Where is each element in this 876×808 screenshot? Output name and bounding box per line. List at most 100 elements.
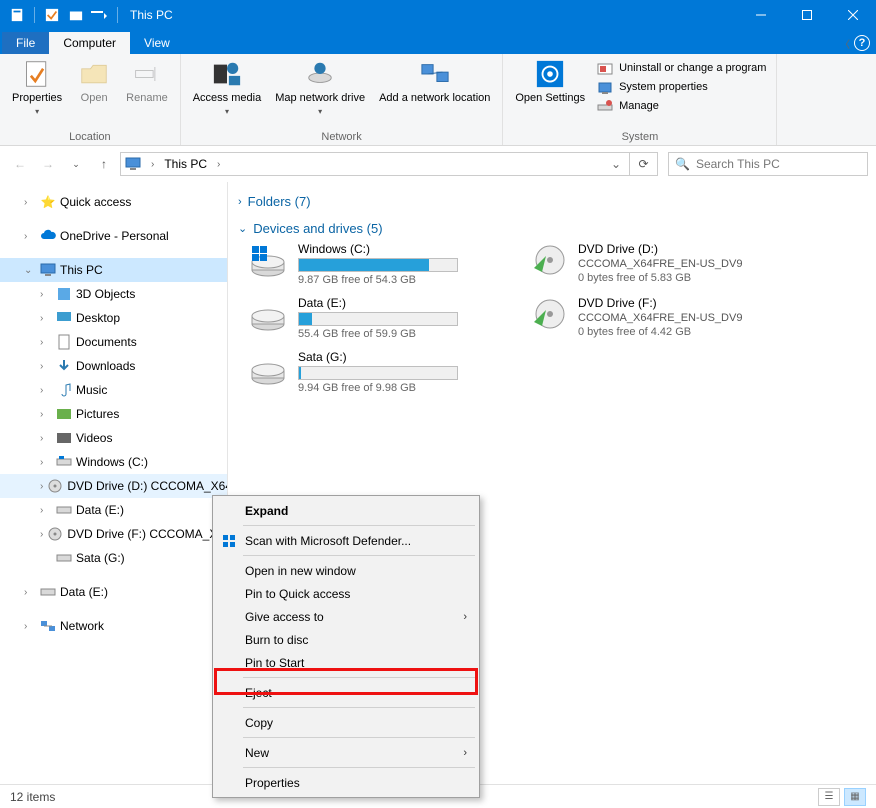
- tree-this-pc[interactable]: ⌄This PC: [0, 258, 227, 282]
- disc-icon: [47, 526, 63, 542]
- uninstall-program-button[interactable]: Uninstall or change a program: [593, 60, 770, 78]
- qat-newfolder-icon[interactable]: [65, 4, 87, 26]
- window-title: This PC: [130, 8, 173, 22]
- add-network-location-button[interactable]: Add a network location: [373, 56, 496, 129]
- drive-icon: [248, 350, 288, 390]
- address-dropdown-icon[interactable]: ⌄: [607, 157, 625, 171]
- chevron-down-icon: ⌄: [238, 222, 247, 235]
- map-network-drive-button[interactable]: Map network drive▾: [269, 56, 371, 129]
- ribbon-tabs: File Computer View 〈 ?: [0, 30, 876, 54]
- ctx-eject[interactable]: Eject: [215, 681, 477, 704]
- status-item-count: 12 items: [10, 790, 55, 804]
- tree-dvd-d[interactable]: ›DVD Drive (D:) CCCOMA_X64FRE: [0, 474, 227, 498]
- ctx-pin-quick-access[interactable]: Pin to Quick access: [215, 582, 477, 605]
- access-media-button[interactable]: Access media▾: [187, 56, 267, 129]
- pc-icon: [125, 156, 141, 172]
- ctx-properties[interactable]: Properties: [215, 771, 477, 794]
- chevron-right-icon: ›: [463, 747, 467, 759]
- maximize-button[interactable]: [784, 0, 830, 30]
- tree-onedrive[interactable]: ›OneDrive - Personal: [0, 224, 227, 248]
- drive-item-f[interactable]: DVD Drive (F:) CCCOMA_X64FRE_EN-US_DV9 0…: [528, 296, 778, 340]
- ctx-burn-to-disc[interactable]: Burn to disc: [215, 628, 477, 651]
- usage-bar: [298, 258, 458, 272]
- drive-icon: [56, 550, 72, 566]
- close-button[interactable]: [830, 0, 876, 30]
- ctx-open-new-window[interactable]: Open in new window: [215, 559, 477, 582]
- document-icon: [56, 334, 72, 350]
- drive-icon: [56, 454, 72, 470]
- tree-windows-c[interactable]: ›Windows (C:): [0, 450, 227, 474]
- tree-desktop[interactable]: ›Desktop: [0, 306, 227, 330]
- tree-network[interactable]: ›Network: [0, 614, 227, 638]
- disc-icon: [528, 242, 568, 282]
- chevron-right-icon: ›: [463, 611, 467, 623]
- qat-pin-icon[interactable]: [6, 4, 28, 26]
- tab-view[interactable]: View: [130, 32, 184, 54]
- open-settings-button[interactable]: Open Settings: [509, 56, 591, 129]
- drive-icon: [40, 584, 56, 600]
- chevron-right-icon[interactable]: ›: [147, 159, 158, 170]
- tree-downloads[interactable]: ›Downloads: [0, 354, 227, 378]
- navigation-tree: ›⭐Quick access ›OneDrive - Personal ⌄Thi…: [0, 182, 228, 784]
- folders-section-header[interactable]: ›Folders (7): [238, 188, 866, 215]
- devices-section-header[interactable]: ⌄Devices and drives (5): [238, 215, 866, 242]
- video-icon: [56, 430, 72, 446]
- manage-button[interactable]: Manage: [593, 98, 770, 116]
- tab-file[interactable]: File: [2, 32, 49, 54]
- tab-computer[interactable]: Computer: [49, 32, 130, 54]
- drive-icon: [248, 242, 288, 282]
- ribbon-collapse-icon[interactable]: 〈: [840, 36, 850, 51]
- context-menu: Expand Scan with Microsoft Defender... O…: [212, 495, 480, 798]
- details-view-button[interactable]: ☰: [818, 788, 840, 806]
- ctx-expand[interactable]: Expand: [215, 499, 477, 522]
- qat-customize-dropdown[interactable]: [89, 4, 111, 26]
- tree-data-e-root[interactable]: ›Data (E:): [0, 580, 227, 604]
- minimize-button[interactable]: [738, 0, 784, 30]
- address-bar[interactable]: › This PC › ⌄: [120, 152, 630, 176]
- tree-videos[interactable]: ›Videos: [0, 426, 227, 450]
- disc-icon: [47, 478, 63, 494]
- breadcrumb-this-pc[interactable]: This PC: [164, 157, 207, 171]
- recent-locations-dropdown[interactable]: ⌄: [64, 152, 88, 176]
- shield-icon: [221, 533, 237, 549]
- ctx-new[interactable]: New›: [215, 741, 477, 764]
- picture-icon: [56, 406, 72, 422]
- ctx-give-access-to[interactable]: Give access to›: [215, 605, 477, 628]
- drive-item-e[interactable]: Data (E:) 55.4 GB free of 59.9 GB: [248, 296, 498, 340]
- drive-item-g[interactable]: Sata (G:) 9.94 GB free of 9.98 GB: [248, 350, 498, 394]
- drive-item-d[interactable]: DVD Drive (D:) CCCOMA_X64FRE_EN-US_DV9 0…: [528, 242, 778, 286]
- chevron-right-icon[interactable]: ›: [213, 159, 224, 170]
- navigation-bar: ← → ⌄ ↑ › This PC › ⌄ ⟳ 🔍 Search This PC: [0, 146, 876, 182]
- back-button[interactable]: ←: [8, 152, 32, 176]
- tree-dvd-f[interactable]: ›DVD Drive (F:) CCCOMA_X64F: [0, 522, 227, 546]
- rename-button: Rename: [120, 56, 174, 129]
- music-icon: [56, 382, 72, 398]
- search-input[interactable]: 🔍 Search This PC: [668, 152, 868, 176]
- large-icons-view-button[interactable]: ▦: [844, 788, 866, 806]
- cloud-icon: [40, 228, 56, 244]
- properties-button[interactable]: Properties▾: [6, 56, 68, 129]
- tree-pictures[interactable]: ›Pictures: [0, 402, 227, 426]
- ctx-scan-defender[interactable]: Scan with Microsoft Defender...: [215, 529, 477, 552]
- tree-music[interactable]: ›Music: [0, 378, 227, 402]
- chevron-right-icon: ›: [238, 196, 242, 208]
- tree-quick-access[interactable]: ›⭐Quick access: [0, 190, 227, 214]
- refresh-button[interactable]: ⟳: [630, 152, 658, 176]
- search-placeholder: Search This PC: [696, 157, 780, 171]
- system-properties-button[interactable]: System properties: [593, 79, 770, 97]
- up-button[interactable]: ↑: [92, 152, 116, 176]
- ribbon: Properties▾ Open Rename Location Access …: [0, 54, 876, 146]
- network-icon: [40, 618, 56, 634]
- forward-button[interactable]: →: [36, 152, 60, 176]
- open-button: Open: [70, 56, 118, 129]
- ctx-pin-to-start[interactable]: Pin to Start: [215, 651, 477, 674]
- tree-data-e[interactable]: ›Data (E:): [0, 498, 227, 522]
- tree-3d-objects[interactable]: ›3D Objects: [0, 282, 227, 306]
- tree-sata-g[interactable]: Sata (G:): [0, 546, 227, 570]
- qat-properties-icon[interactable]: [41, 4, 63, 26]
- ctx-copy[interactable]: Copy: [215, 711, 477, 734]
- drive-item-c[interactable]: Windows (C:) 9.87 GB free of 54.3 GB: [248, 242, 498, 286]
- help-icon[interactable]: ?: [854, 35, 870, 51]
- tree-documents[interactable]: ›Documents: [0, 330, 227, 354]
- drive-icon: [248, 296, 288, 336]
